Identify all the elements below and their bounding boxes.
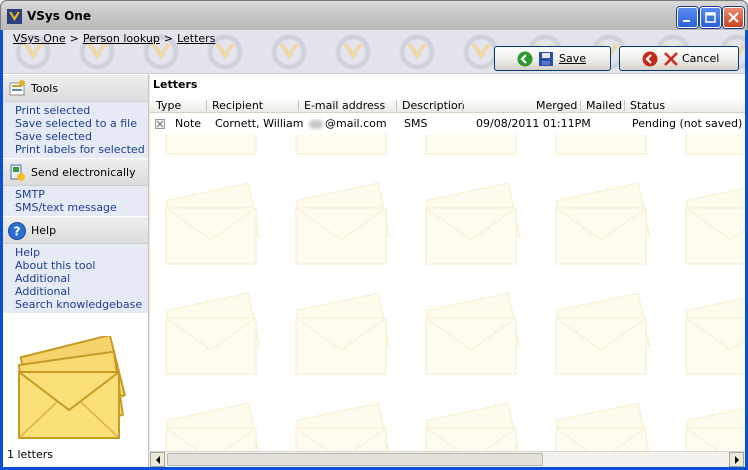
- col-merged[interactable]: Merged: [536, 99, 577, 112]
- tools-links: Print selected Save selected to a file S…: [3, 102, 148, 158]
- send-title: Send electronically: [31, 166, 136, 179]
- cell-email-domain: @mail.com: [325, 117, 387, 130]
- floppy-disk-icon: [539, 52, 553, 66]
- svg-text:?: ?: [14, 225, 21, 239]
- letters-panel: Letters Type Recipient E-mail address De…: [150, 74, 745, 467]
- client-area: VSys One > Person lookup > Letters Save Ca: [3, 30, 745, 467]
- sms-link[interactable]: SMS/text message: [15, 201, 148, 214]
- save-label: Save: [559, 52, 587, 65]
- letters-count: 1 letters: [7, 448, 53, 461]
- about-tool-link[interactable]: About this tool: [15, 259, 148, 272]
- smtp-link[interactable]: SMTP: [15, 188, 148, 201]
- col-status[interactable]: Status: [630, 99, 665, 112]
- horizontal-scrollbar[interactable]: [150, 451, 745, 467]
- tools-icon: [9, 80, 25, 96]
- close-button[interactable]: [723, 7, 744, 28]
- close-icon: [728, 12, 739, 23]
- table-row[interactable]: Note Cornett, William @mail.com SMS 09/0…: [150, 115, 745, 132]
- maximize-button[interactable]: [700, 7, 721, 28]
- app-window: VSys One VSys One > Person lookup > Lett…: [0, 0, 748, 470]
- back-icon: [642, 51, 658, 67]
- cancel-label: Cancel: [682, 52, 720, 65]
- col-description[interactable]: Description: [402, 99, 465, 112]
- section-title: Letters: [153, 78, 198, 91]
- tools-title: Tools: [31, 82, 59, 95]
- arrow-left-icon: [156, 456, 160, 464]
- left-panel: Tools Print selected Save selected to a …: [3, 74, 149, 467]
- cancel-x-icon: [664, 52, 678, 66]
- help-title: Help: [31, 224, 57, 237]
- maximize-icon: [705, 12, 716, 23]
- save-selected-to-file-link[interactable]: Save selected to a file: [15, 117, 148, 130]
- help-group-header[interactable]: ? Help: [3, 216, 148, 244]
- print-selected-link[interactable]: Print selected: [15, 104, 148, 117]
- print-labels-link[interactable]: Print labels for selected: [15, 143, 148, 156]
- envelope-icon: [17, 336, 127, 439]
- tools-group-header[interactable]: Tools: [3, 74, 148, 102]
- cell-recipient: Cornett, William: [215, 117, 304, 130]
- scroll-left-button[interactable]: [150, 452, 165, 467]
- breadcrumb-letters[interactable]: Letters: [177, 32, 215, 45]
- additional-link-1[interactable]: Additional: [15, 272, 148, 285]
- help-icon: ?: [8, 222, 26, 240]
- app-logo-icon: [7, 9, 22, 24]
- cell-description: SMS: [404, 117, 428, 130]
- breadcrumb-person-lookup[interactable]: Person lookup: [83, 32, 160, 45]
- send-group-header[interactable]: Send electronically: [3, 158, 148, 186]
- minimize-icon: [683, 20, 690, 22]
- help-link[interactable]: Help: [15, 246, 148, 259]
- cell-status: Pending (not saved): [632, 117, 743, 130]
- col-mailed[interactable]: Mailed: [586, 99, 622, 112]
- save-selected-link[interactable]: Save selected: [15, 130, 148, 143]
- window-title: VSys One: [27, 9, 91, 23]
- save-button[interactable]: Save: [494, 46, 611, 71]
- col-email[interactable]: E-mail address: [304, 99, 385, 112]
- arrow-right-icon: [735, 456, 739, 464]
- search-knowledgebase-link[interactable]: Search knowledgebase: [15, 298, 148, 311]
- cell-type: Note: [175, 117, 202, 130]
- breadcrumb-vsys-one[interactable]: VSys One: [13, 32, 66, 45]
- send-links: SMTP SMS/text message: [3, 186, 148, 216]
- scroll-right-button[interactable]: [729, 452, 744, 467]
- go-icon: [517, 51, 533, 67]
- row-checkbox[interactable]: [155, 119, 165, 129]
- help-links: Help About this tool Additional Addition…: [3, 244, 148, 313]
- minimize-button[interactable]: [677, 7, 698, 28]
- send-electronically-icon: [10, 164, 25, 181]
- additional-link-2[interactable]: Additional: [15, 285, 148, 298]
- header-band: VSys One > Person lookup > Letters Save Ca: [3, 30, 745, 74]
- cell-merged: 09/08/2011 01:11PM: [476, 117, 591, 130]
- cell-email: @mail.com: [309, 117, 387, 130]
- checkbox-x-icon: [156, 120, 164, 128]
- breadcrumb: VSys One > Person lookup > Letters: [13, 32, 216, 45]
- grid-header: Type Recipient E-mail address Descriptio…: [150, 98, 745, 113]
- redacted-email-user: [309, 119, 323, 129]
- cancel-button[interactable]: Cancel: [619, 46, 739, 71]
- col-type[interactable]: Type: [156, 99, 181, 112]
- scroll-thumb[interactable]: [167, 453, 543, 466]
- title-bar[interactable]: VSys One: [0, 0, 748, 30]
- col-recipient[interactable]: Recipient: [212, 99, 263, 112]
